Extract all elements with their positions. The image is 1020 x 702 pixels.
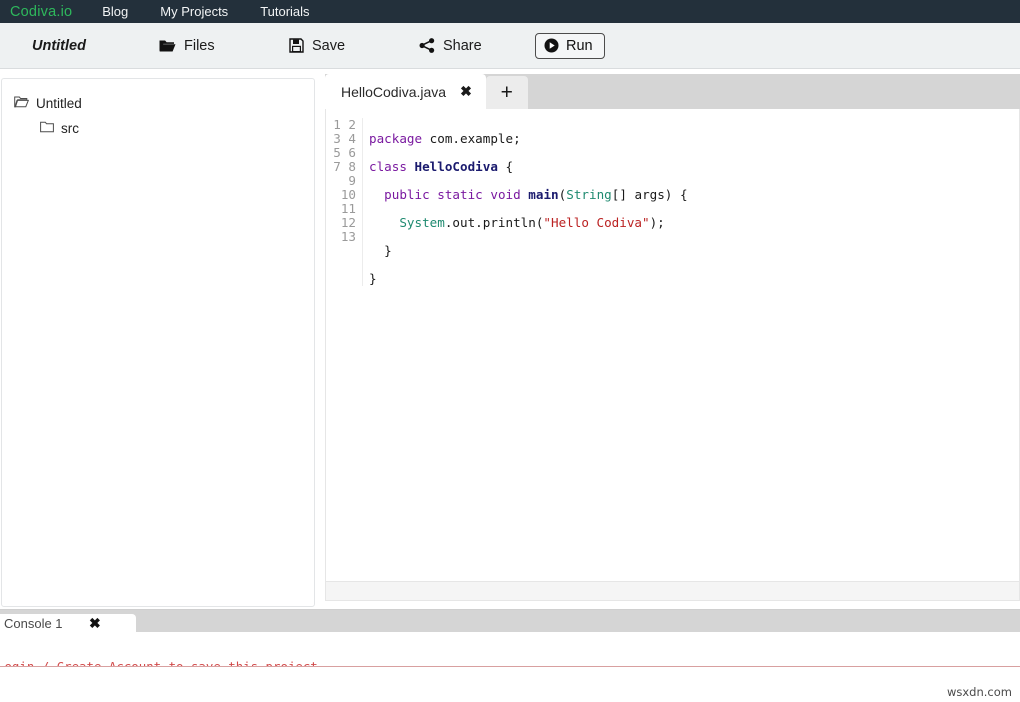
run-button[interactable]: Run xyxy=(535,32,605,59)
file-tree-label: src xyxy=(61,121,79,136)
folder-open-icon xyxy=(14,96,30,111)
files-label: Files xyxy=(184,37,215,54)
nav-link-blog[interactable]: Blog xyxy=(102,4,128,19)
new-tab-button[interactable]: + xyxy=(485,76,528,109)
file-tree-panel: Untitled src xyxy=(1,78,315,607)
top-navbar: Codiva.io Blog My Projects Tutorials xyxy=(0,0,1020,23)
save-button[interactable]: Save xyxy=(289,38,419,54)
close-icon[interactable]: ✖ xyxy=(89,615,101,632)
project-title: Untitled xyxy=(32,37,86,54)
console-warning: Login / Create Account to save this proj… xyxy=(0,658,1020,667)
play-circle-icon xyxy=(544,38,559,53)
editor-footer xyxy=(325,582,1020,601)
close-icon[interactable]: ✖ xyxy=(460,83,472,100)
save-label: Save xyxy=(312,37,346,54)
console-tab[interactable]: Console 1 xyxy=(0,614,136,632)
file-tree-item-src[interactable]: src xyxy=(2,116,314,141)
share-button[interactable]: Share xyxy=(419,38,535,54)
editor-tab-bar: HelloCodiva.java ✖ + xyxy=(325,74,1020,109)
folder-open-icon xyxy=(159,39,176,53)
share-nodes-icon xyxy=(419,38,435,53)
floppy-disk-icon xyxy=(289,38,304,53)
code-content[interactable]: package com.example; class HelloCodiva {… xyxy=(363,118,688,286)
watermark: wsxdn.com xyxy=(946,685,1012,699)
console-output: Login / Create Account to save this proj… xyxy=(0,632,1020,702)
folder-closed-icon xyxy=(40,121,54,136)
file-tree-item-untitled[interactable]: Untitled xyxy=(2,91,314,116)
share-label: Share xyxy=(443,37,482,54)
file-tree-label: Untitled xyxy=(36,96,82,111)
code-editor[interactable]: 1 2 3 4 5 6 7 8 9 10 11 12 13 package co… xyxy=(325,109,1020,582)
site-logo[interactable]: Codiva.io xyxy=(10,4,72,20)
line-number-gutter: 1 2 3 4 5 6 7 8 9 10 11 12 13 xyxy=(326,118,363,286)
editor-pane: HelloCodiva.java ✖ + 1 2 3 4 5 6 7 8 9 1… xyxy=(325,74,1020,601)
editor-tab-hellocodiva[interactable]: HelloCodiva.java ✖ xyxy=(325,74,486,109)
workspace: Untitled src HelloCodiva.java ✖ + 1 2 3 … xyxy=(0,69,1020,609)
nav-link-tutorials[interactable]: Tutorials xyxy=(260,4,309,19)
files-button[interactable]: Files xyxy=(159,38,289,54)
console-tab-label: Console 1 xyxy=(4,615,63,631)
console-tab-bar: Console 1 ✖ xyxy=(0,610,1020,632)
editor-tab-label: HelloCodiva.java xyxy=(341,83,447,100)
nav-link-my-projects[interactable]: My Projects xyxy=(160,4,228,19)
run-label: Run xyxy=(566,37,593,54)
plus-icon: + xyxy=(500,80,513,104)
console-panel: Console 1 ✖ Login / Create Account to sa… xyxy=(0,609,1020,702)
project-toolbar: Untitled Files Save Share Run xyxy=(0,23,1020,69)
